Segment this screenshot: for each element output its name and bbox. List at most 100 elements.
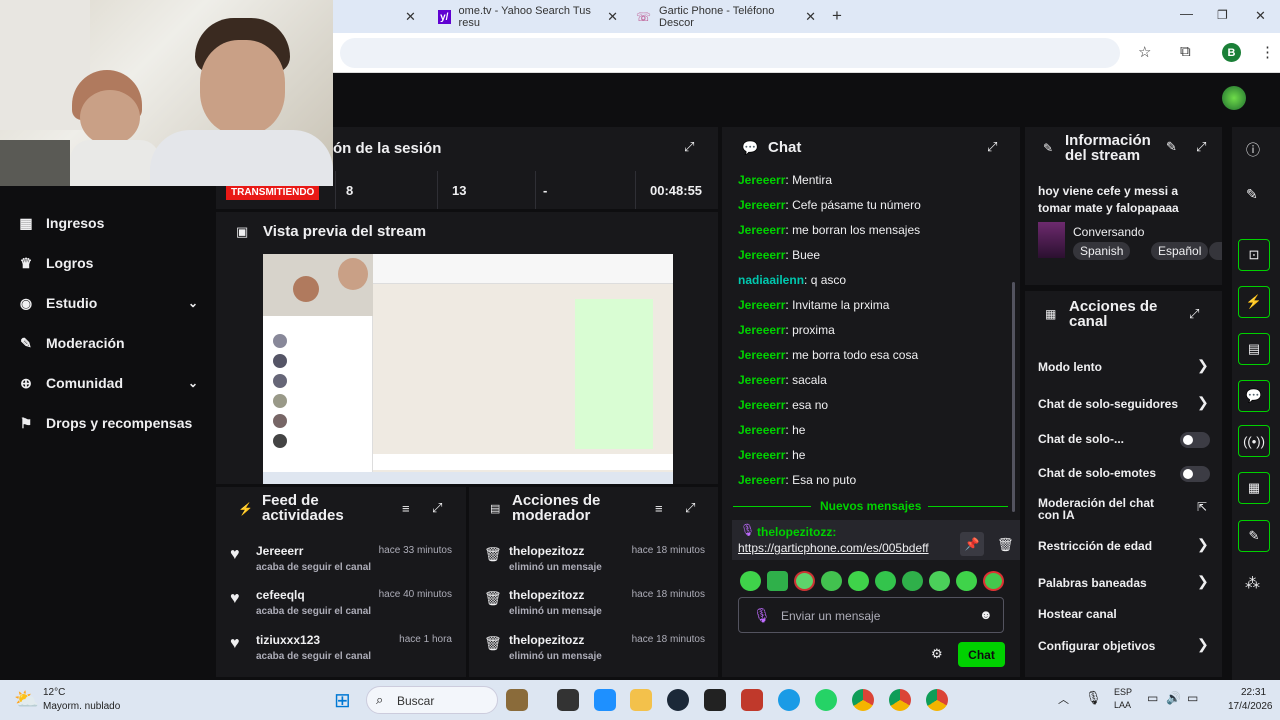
emote-icon[interactable]: [983, 571, 1004, 591]
emote-icon[interactable]: [821, 571, 842, 591]
chat-input[interactable]: 🎙 Enviar un mensaje ☻: [738, 597, 1004, 633]
rail-button-activity[interactable]: ⚡: [1238, 286, 1270, 318]
app-icon[interactable]: [594, 689, 616, 711]
stream-category[interactable]: Conversando: [1073, 225, 1144, 239]
filter-icon[interactable]: ≡: [655, 501, 663, 516]
chevron-right-icon[interactable]: ❯: [1197, 394, 1209, 411]
weather-temp[interactable]: 12°C: [43, 687, 65, 698]
tag-chip[interactable]: [1209, 242, 1222, 260]
chat-username[interactable]: Jereeerr: [738, 298, 785, 312]
language-indicator[interactable]: LAA: [1114, 700, 1131, 710]
chevron-right-icon[interactable]: ❯: [1197, 636, 1209, 653]
browser-tab[interactable]: ☏ Gartic Phone - Teléfono Descor ✕: [626, 4, 826, 30]
app-icon[interactable]: [557, 689, 579, 711]
windows-start-icon[interactable]: ⊞: [334, 688, 351, 713]
user-avatar[interactable]: [1222, 86, 1246, 110]
emote-icon[interactable]: [794, 571, 815, 591]
emote-icon[interactable]: [929, 571, 950, 591]
emote-icon[interactable]: [875, 571, 896, 591]
external-link-icon[interactable]: ⇱: [1197, 500, 1207, 514]
chat-username[interactable]: Jereeerr: [738, 423, 785, 437]
action-row-modo-lento[interactable]: Modo lento: [1038, 360, 1208, 374]
popout-icon[interactable]: ⤢: [684, 139, 694, 155]
toggle-switch[interactable]: [1180, 466, 1210, 482]
new-tab-icon[interactable]: +: [832, 6, 842, 26]
sidebar-item-estudio[interactable]: ◉ Estudio ⌄: [18, 292, 198, 314]
wifi-icon[interactable]: ▭: [1147, 691, 1158, 705]
chevron-up-icon[interactable]: ︿: [1058, 691, 1069, 707]
emote-icon[interactable]: [956, 571, 977, 591]
rail-button-mod-log[interactable]: ▤: [1238, 333, 1270, 365]
popout-icon[interactable]: ⤢: [432, 500, 442, 516]
chrome-icon[interactable]: [889, 689, 911, 711]
app-icon[interactable]: [741, 689, 763, 711]
clock-time[interactable]: 22:31: [1241, 687, 1266, 698]
edge-icon[interactable]: [778, 689, 800, 711]
sidebar-item-comunidad[interactable]: ⊕ Comunidad ⌄: [18, 372, 198, 394]
profile-avatar[interactable]: B: [1222, 43, 1241, 62]
rail-button-chat[interactable]: 💬: [1238, 380, 1270, 412]
chrome-icon[interactable]: [926, 689, 948, 711]
minimize-icon[interactable]: —: [1180, 6, 1193, 21]
action-row-hostear-canal[interactable]: Hostear canal: [1038, 607, 1208, 621]
chat-username[interactable]: Jereeerr: [738, 198, 785, 212]
emote-icon[interactable]: [767, 571, 788, 591]
filter-icon[interactable]: ≡: [402, 501, 410, 516]
gear-icon[interactable]: ⚙: [931, 646, 943, 662]
popout-icon[interactable]: ⤢: [987, 139, 997, 155]
action-row-configurar-objetivos[interactable]: Configurar objetivos: [1038, 639, 1208, 653]
sidebar-item-moderacion[interactable]: ✎ Moderación: [18, 332, 198, 354]
clock-date[interactable]: 17/4/2026: [1228, 701, 1273, 712]
weather-desc[interactable]: Mayorm. nublado: [43, 701, 120, 712]
battery-icon[interactable]: ▭: [1187, 691, 1198, 705]
app-icon[interactable]: [704, 689, 726, 711]
rail-button-channel[interactable]: ▦: [1238, 472, 1270, 504]
add-widget-icon[interactable]: ⁂: [1245, 574, 1260, 592]
maximize-icon[interactable]: ❐: [1217, 8, 1228, 22]
chat-link[interactable]: https://garticphone.com/es/005bdeff: [738, 541, 929, 555]
pin-button[interactable]: 📌: [960, 532, 984, 556]
chat-scrollbar[interactable]: [1012, 282, 1015, 512]
emote-icon[interactable]: [740, 571, 761, 591]
chat-username[interactable]: Jereeerr: [738, 448, 785, 462]
action-row-solo-seguidores[interactable]: Chat de solo-seguidores: [1038, 397, 1208, 411]
volume-icon[interactable]: 🔊: [1166, 691, 1181, 705]
chat-username[interactable]: Jereeerr: [738, 323, 785, 337]
browser-tab[interactable]: y/ ome.tv - Yahoo Search Tus resu ✕: [428, 4, 628, 30]
delete-message-icon[interactable]: 🗑: [997, 537, 1014, 553]
sidebar-item-ingresos[interactable]: ▦ Ingresos: [18, 212, 198, 234]
chevron-right-icon[interactable]: ❯: [1197, 357, 1209, 374]
action-row-restriccion-edad[interactable]: Restricción de edad: [1038, 539, 1208, 553]
whatsapp-icon[interactable]: [815, 689, 837, 711]
popout-icon[interactable]: ⤢: [1189, 306, 1199, 322]
chat-username[interactable]: Jereeerr: [738, 348, 785, 362]
close-tab-icon[interactable]: ✕: [405, 9, 416, 25]
sidebar-item-drops[interactable]: ⚑ Drops y recompensas: [18, 412, 198, 434]
chevron-right-icon[interactable]: ❯: [1197, 536, 1209, 553]
category-thumbnail[interactable]: [1038, 222, 1065, 258]
taskbar-search[interactable]: ⌕ Buscar: [366, 686, 498, 714]
file-explorer-icon[interactable]: [630, 689, 652, 711]
emote-icon[interactable]: [902, 571, 923, 591]
window-close-icon[interactable]: ✕: [1255, 8, 1266, 24]
popout-icon[interactable]: ⤢: [1196, 139, 1206, 155]
popout-icon[interactable]: ⤢: [685, 500, 695, 516]
tag-chip[interactable]: Spanish: [1073, 242, 1131, 260]
language-indicator[interactable]: ESP: [1114, 687, 1132, 697]
chat-username[interactable]: Jereeerr: [738, 248, 785, 262]
tag-chip[interactable]: Español: [1151, 242, 1209, 260]
sidebar-item-logros[interactable]: ♛ Logros: [18, 252, 198, 274]
rail-button-camera[interactable]: ⊡: [1238, 239, 1270, 271]
close-tab-icon[interactable]: ✕: [607, 9, 618, 25]
bookmark-star-icon[interactable]: ☆: [1138, 43, 1151, 61]
chevron-right-icon[interactable]: ❯: [1197, 573, 1209, 590]
chat-username[interactable]: Jereeerr: [738, 398, 785, 412]
toggle-switch[interactable]: [1180, 432, 1210, 448]
chat-username[interactable]: nadiaailenn: [738, 273, 804, 287]
url-input[interactable]: [340, 38, 1120, 68]
app-icon[interactable]: [506, 689, 528, 711]
microphone-icon[interactable]: 🎙: [1085, 690, 1102, 706]
info-icon[interactable]: ⓘ: [1246, 140, 1260, 160]
emote-icon[interactable]: [848, 571, 869, 591]
stream-preview-video[interactable]: [263, 254, 673, 484]
